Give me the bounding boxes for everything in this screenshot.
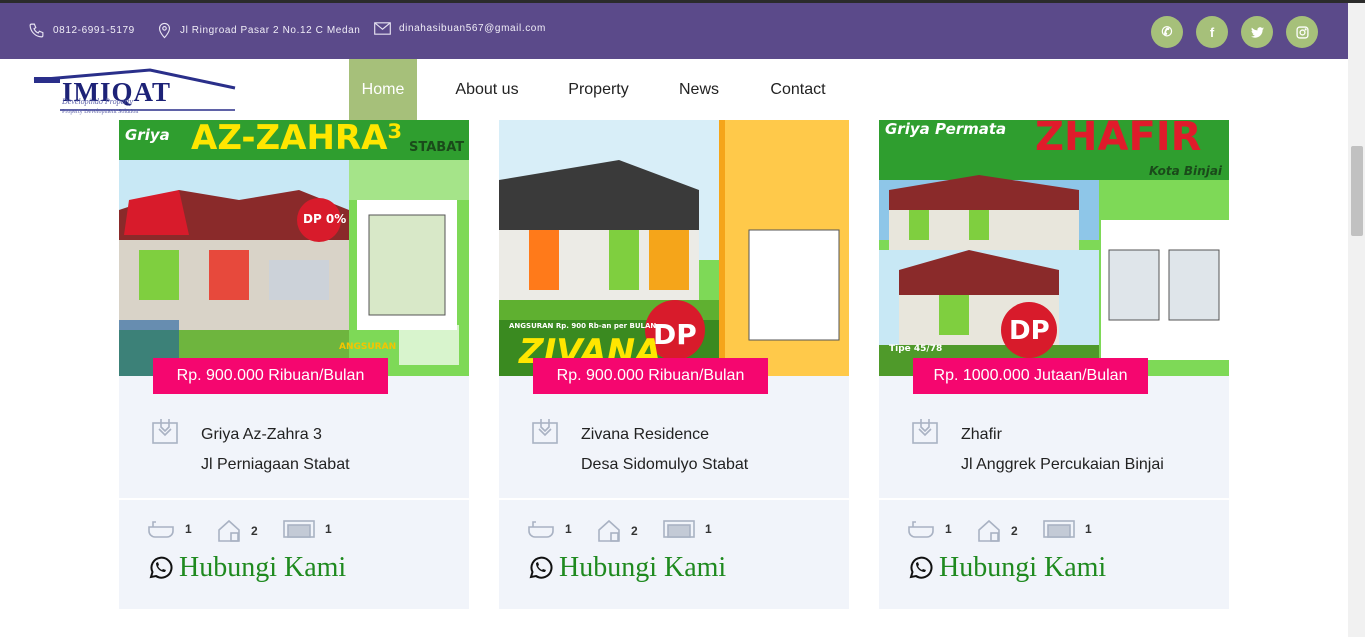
page-scrollbar-track[interactable]	[1348, 3, 1365, 637]
house-icon	[978, 519, 1000, 542]
brochure-bottom-text: ANGSURAN	[339, 342, 397, 352]
logo-tagline: Developindo Property	[62, 97, 134, 106]
facebook-social-button[interactable]: f	[1196, 16, 1228, 48]
bathtub-icon	[908, 521, 934, 538]
contact-whatsapp-link[interactable]: Hubungi Kami	[527, 552, 726, 584]
whatsapp-icon	[149, 556, 173, 579]
card-divider	[119, 498, 469, 500]
bathroom-count: 1	[185, 522, 192, 536]
brochure-badge-text: DP	[1009, 316, 1050, 346]
contact-label: Hubungi Kami	[559, 552, 727, 583]
email-contact[interactable]: dinahasibuan567@gmail.com	[374, 22, 546, 35]
bathroom-feature: 1	[527, 519, 572, 539]
bedroom-count: 2	[251, 524, 258, 538]
bedroom-count: 2	[631, 524, 638, 538]
phone-contact[interactable]: 0812-6991-5179	[28, 22, 135, 39]
garage-count: 1	[1085, 522, 1092, 536]
garage-count: 1	[705, 522, 712, 536]
brochure-badge-text: DP	[653, 318, 697, 351]
brochure-sub-text: STABAT	[409, 140, 465, 155]
top-contact-bar: 0812-6991-5179 Jl Ringroad Pasar 2 No.12…	[0, 3, 1348, 59]
contact-label: Hubungi Kami	[179, 552, 347, 583]
bathroom-count: 1	[945, 522, 952, 536]
brochure-bottom-text: Tipe 45/78	[889, 344, 943, 354]
nav-news[interactable]: News	[670, 59, 728, 120]
whatsapp-icon	[909, 556, 933, 579]
property-image[interactable]: Griya Permata ZHAFIR Kota Binjai DP Tipe…	[879, 120, 1229, 376]
nav-home[interactable]: Home	[349, 59, 417, 120]
brochure-top-text: Griya	[125, 126, 170, 144]
price-tag: Rp. 1000.000 Jutaan/Bulan	[913, 358, 1148, 394]
bedroom-count: 2	[1011, 524, 1018, 538]
property-image[interactable]: Griya AZ-ZAHRA³ STABAT DP 0% ANGSURAN	[119, 120, 469, 376]
whatsapp-icon	[529, 556, 553, 579]
bathroom-feature: 1	[907, 519, 952, 539]
twitter-icon	[1250, 26, 1264, 38]
property-image[interactable]: ZIVANA DP ANGSURAN Rp. 900 Rb-an per BUL…	[499, 120, 849, 376]
bedroom-feature: 2	[597, 519, 638, 543]
garage-icon	[1043, 520, 1075, 538]
property-address: Desa Sidomulyo Stabat	[581, 456, 749, 473]
site-logo[interactable]: IMIQAT Developindo Property Property Dev…	[30, 66, 240, 118]
property-location-icon	[532, 419, 558, 444]
twitter-social-button[interactable]	[1241, 16, 1273, 48]
bedroom-feature: 2	[217, 519, 258, 543]
brochure-bottom-text: ANGSURAN Rp. 900 Rb-an per BULAN	[509, 322, 657, 330]
page-scrollbar-thumb[interactable]	[1351, 146, 1363, 236]
contact-whatsapp-link[interactable]: Hubungi Kami	[907, 552, 1106, 584]
property-location-icon	[152, 419, 178, 444]
email-text: dinahasibuan567@gmail.com	[399, 23, 546, 34]
whatsapp-icon: ✆	[1161, 24, 1173, 39]
garage-feature: 1	[663, 519, 712, 539]
brochure-title-text: AZ-ZAHRA³	[191, 120, 403, 158]
instagram-social-button[interactable]	[1286, 16, 1318, 48]
property-card: Griya Permata ZHAFIR Kota Binjai DP Tipe…	[879, 120, 1229, 609]
contact-label: Hubungi Kami	[939, 552, 1107, 583]
nav-about-us[interactable]: About us	[447, 59, 527, 120]
garage-feature: 1	[283, 519, 332, 539]
bathtub-icon	[528, 521, 554, 538]
garage-count: 1	[325, 522, 332, 536]
whatsapp-social-button[interactable]: ✆	[1151, 16, 1183, 48]
property-card: ZIVANA DP ANGSURAN Rp. 900 Rb-an per BUL…	[499, 120, 849, 609]
bedroom-feature: 2	[977, 519, 1018, 543]
garage-icon	[283, 520, 315, 538]
nav-property[interactable]: Property	[560, 59, 637, 120]
instagram-icon	[1295, 25, 1309, 39]
property-name[interactable]: Zivana Residence	[581, 426, 709, 444]
envelope-icon	[374, 22, 391, 35]
house-icon	[218, 519, 240, 542]
bathroom-count: 1	[565, 522, 572, 536]
price-tag: Rp. 900.000 Ribuan/Bulan	[533, 358, 768, 394]
brochure-title-text: ZHAFIR	[1035, 120, 1202, 160]
address-contact: Jl Ringroad Pasar 2 No.12 C Medan	[157, 22, 360, 39]
card-divider	[499, 498, 849, 500]
location-pin-icon	[158, 22, 171, 39]
property-address: Jl Perniagaan Stabat	[201, 456, 350, 473]
logo-subtagline: Property Development Solution	[62, 109, 139, 115]
address-text: Jl Ringroad Pasar 2 No.12 C Medan	[180, 25, 361, 36]
garage-feature: 1	[1043, 519, 1092, 539]
bathroom-feature: 1	[147, 519, 192, 539]
brochure-top-text: Griya Permata	[885, 120, 1007, 138]
nav-contact[interactable]: Contact	[762, 59, 834, 120]
contact-whatsapp-link[interactable]: Hubungi Kami	[147, 552, 346, 584]
phone-icon	[29, 23, 44, 38]
property-name[interactable]: Griya Az-Zahra 3	[201, 426, 322, 444]
price-tag: Rp. 900.000 Ribuan/Bulan	[153, 358, 388, 394]
property-address: Jl Anggrek Percukaian Binjai	[961, 456, 1164, 473]
property-location-icon	[912, 419, 938, 444]
property-card: Griya AZ-ZAHRA³ STABAT DP 0% ANGSURAN Rp…	[119, 120, 469, 609]
card-divider	[879, 498, 1229, 500]
property-brochure-illustration	[119, 120, 469, 376]
bathtub-icon	[148, 521, 174, 538]
facebook-icon: f	[1209, 24, 1215, 40]
brochure-badge-text: DP 0%	[303, 212, 347, 226]
house-icon	[598, 519, 620, 542]
brochure-sub-text: Kota Binjai	[1149, 164, 1223, 178]
garage-icon	[663, 520, 695, 538]
property-name[interactable]: Zhafir	[961, 426, 1002, 444]
phone-text: 0812-6991-5179	[53, 25, 135, 36]
